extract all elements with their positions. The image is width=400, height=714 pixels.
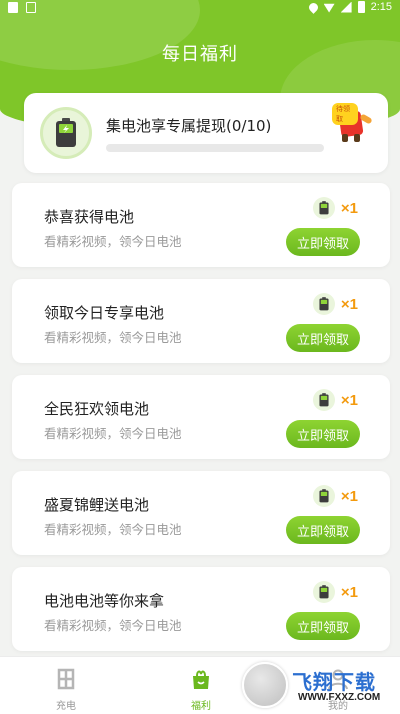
pending-badge: 待领取 [332, 103, 358, 125]
site-watermark: 飞翔下载 WWW.FXXZ.COM [242, 660, 392, 712]
task-subtitle: 看精彩视频，领今日电池 [44, 330, 182, 345]
task-subtitle: 看精彩视频，领今日电池 [44, 618, 182, 633]
task-subtitle: 看精彩视频，领今日电池 [44, 522, 182, 537]
claim-button[interactable]: 立即领取 [286, 324, 360, 352]
collect-title: 集电池享专属提现(0/10) [106, 117, 272, 135]
red-envelope-mascot-icon[interactable]: 待领取 [332, 98, 374, 142]
task-card: 领取今日专享电池 看精彩视频，领今日电池 ×1 立即领取 [12, 279, 390, 363]
task-subtitle: 看精彩视频，领今日电池 [44, 234, 182, 249]
watermark-url: WWW.FXXZ.COM [298, 692, 381, 703]
battery-icon [312, 389, 335, 411]
status-time: 2:15 [370, 1, 392, 13]
wifi-icon [323, 3, 335, 13]
nav-label: 福利 [191, 701, 211, 712]
charge-icon [57, 668, 75, 690]
page-title: 每日福利 [162, 44, 238, 65]
task-reward: ×1 [312, 293, 358, 315]
collect-progress-bar [106, 144, 324, 152]
reward-multiplier: ×1 [340, 583, 358, 601]
watermark-text: 飞翔下载 [292, 670, 376, 694]
task-reward: ×1 [312, 389, 358, 411]
task-card: 全民狂欢领电池 看精彩视频，领今日电池 ×1 立即领取 [12, 375, 390, 459]
battery-status-icon [357, 1, 365, 13]
reward-multiplier: ×1 [340, 199, 358, 217]
task-title: 盛夏锦鲤送电池 [44, 496, 150, 514]
task-reward: ×1 [312, 197, 358, 219]
battery-icon [312, 293, 335, 315]
nav-label: 充电 [56, 701, 76, 712]
nav-item-welfare[interactable]: 福利 [151, 657, 251, 714]
claim-button[interactable]: 立即领取 [286, 228, 360, 256]
battery-icon [312, 485, 335, 507]
task-title: 领取今日专享电池 [44, 304, 165, 322]
task-reward: ×1 [312, 485, 358, 507]
claim-button[interactable]: 立即领取 [286, 612, 360, 640]
notification-icon [8, 2, 18, 13]
nav-item-charge[interactable]: 充电 [16, 657, 116, 714]
reward-multiplier: ×1 [340, 391, 358, 409]
reward-multiplier: ×1 [340, 487, 358, 505]
task-card: 恭喜获得电池 看精彩视频，领今日电池 ×1 立即领取 [12, 183, 390, 267]
task-reward: ×1 [312, 581, 358, 603]
task-title: 电池电池等你来拿 [44, 592, 165, 610]
claim-button[interactable]: 立即领取 [286, 420, 360, 448]
gift-bag-icon [193, 670, 209, 689]
task-card: 电池电池等你来拿 看精彩视频，领今日电池 ×1 立即领取 [12, 567, 390, 651]
battery-icon [312, 581, 335, 603]
notification-icon [26, 2, 36, 13]
claim-button[interactable]: 立即领取 [286, 516, 360, 544]
battery-collect-card: 集电池享专属提现(0/10) 待领取 [24, 93, 388, 173]
watermark-logo-icon [242, 662, 288, 708]
battery-icon [40, 107, 92, 159]
status-bar: 2:15 [0, 0, 400, 16]
location-icon [306, 0, 320, 14]
reward-multiplier: ×1 [340, 295, 358, 313]
task-title: 恭喜获得电池 [44, 208, 135, 226]
task-card: 盛夏锦鲤送电池 看精彩视频，领今日电池 ×1 立即领取 [12, 471, 390, 555]
signal-icon [340, 1, 352, 13]
task-title: 全民狂欢领电池 [44, 400, 150, 418]
battery-icon [312, 197, 335, 219]
task-subtitle: 看精彩视频，领今日电池 [44, 426, 182, 441]
